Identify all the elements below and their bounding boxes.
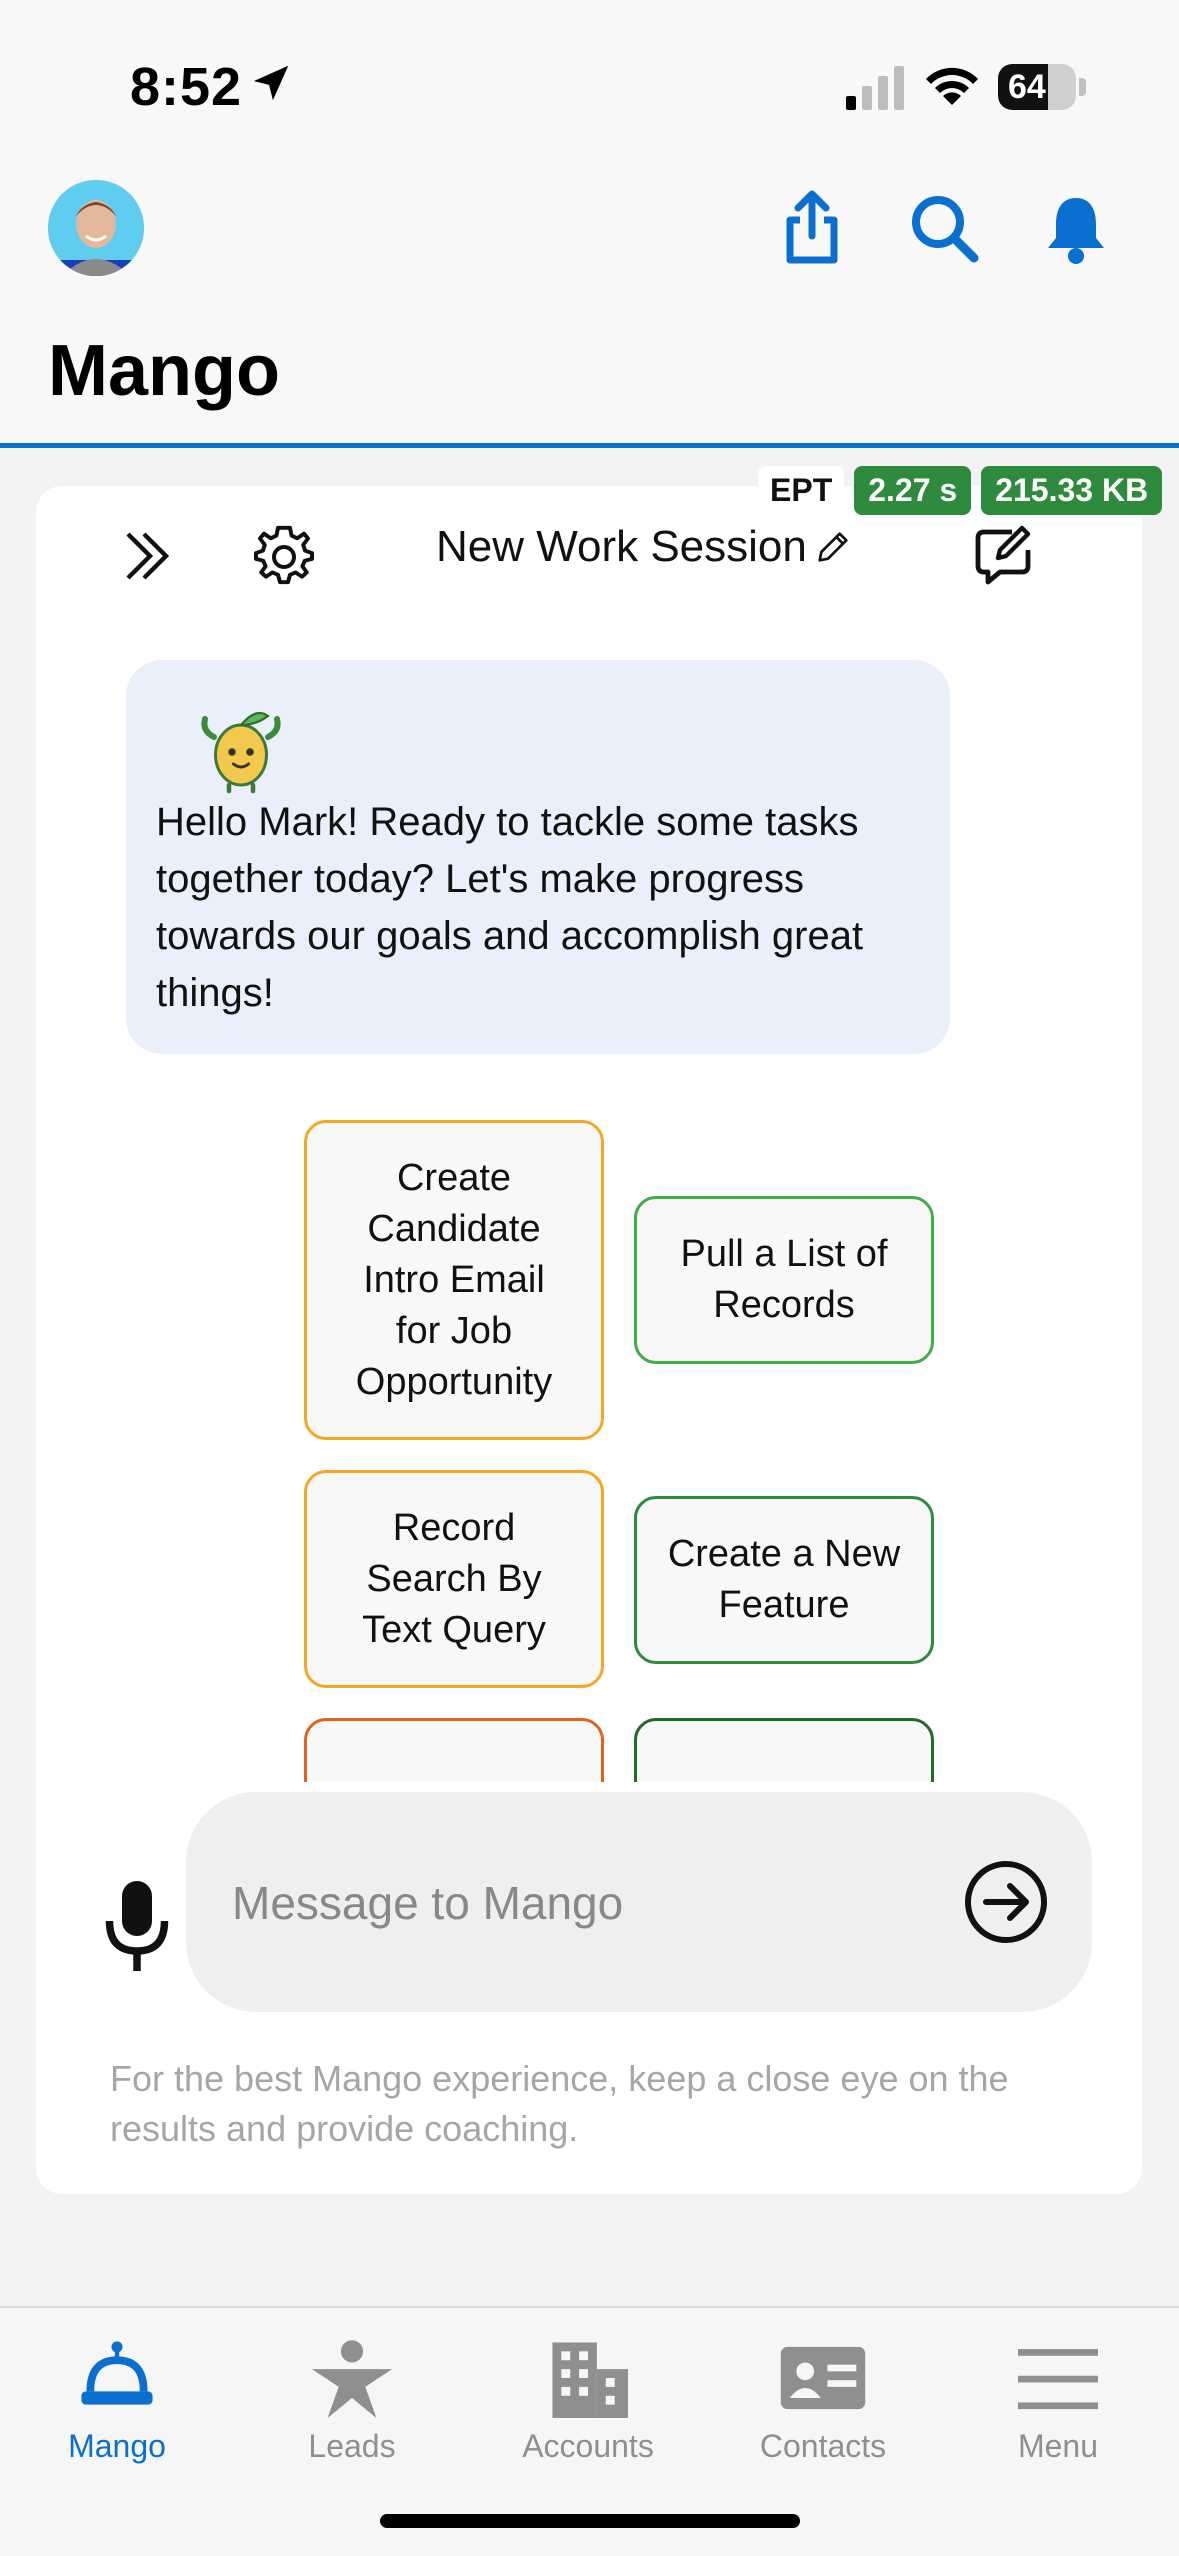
location-arrow-icon <box>253 65 289 101</box>
status-bar: 8:52 64 <box>0 0 1179 160</box>
prompt-card-label: Create Candidate Intro Email for Job Opp… <box>355 1156 553 1403</box>
battery-cap <box>1079 78 1086 96</box>
building-icon <box>552 2342 628 2418</box>
assistant-message-text: Hello Mark! Ready to tackle some tasks t… <box>156 800 864 1015</box>
home-indicator <box>380 2514 800 2528</box>
tab-label: Leads <box>308 2428 396 2464</box>
tab-menu[interactable]: Menu <box>958 2338 1158 2465</box>
tab-label: Menu <box>1017 2428 1099 2464</box>
status-time: 8:52 <box>130 57 243 117</box>
ept-time-badge: 2.27 s <box>854 465 972 515</box>
microphone-icon[interactable] <box>102 1876 172 1976</box>
bell-icon[interactable] <box>1036 188 1116 268</box>
disclaimer-text: For the best Mango experience, keep a cl… <box>110 2058 1009 2149</box>
page-title: Mango <box>48 331 280 411</box>
performance-metrics: EPT 2.27 s 215.33 KB <box>758 464 1163 516</box>
new-chat-icon[interactable] <box>972 524 1036 588</box>
tab-contacts[interactable]: Contacts <box>723 2338 923 2465</box>
contact-card-icon <box>780 2346 866 2410</box>
battery-indicator: 64 <box>998 64 1076 110</box>
prompt-card-candidate-email[interactable]: Create Candidate Intro Email for Job Opp… <box>304 1120 604 1440</box>
avatar-photo-icon <box>48 180 144 276</box>
gear-icon[interactable] <box>252 524 316 588</box>
double-chevron-right-icon[interactable] <box>116 524 180 588</box>
prompt-card-label: Pull a List of Records <box>680 1233 888 1326</box>
ept-label: EPT <box>758 465 845 515</box>
tab-label: Contacts <box>759 2428 887 2464</box>
signal-icon <box>846 66 904 110</box>
share-icon[interactable] <box>772 188 852 268</box>
prompt-card-record-search[interactable]: Record Search By Text Query <box>304 1470 604 1688</box>
tab-mango[interactable]: Mango <box>17 2338 217 2465</box>
tab-accounts[interactable]: Accounts <box>488 2338 688 2465</box>
ept-size-badge: 215.33 KB <box>981 465 1163 515</box>
search-icon[interactable] <box>904 188 984 268</box>
wifi-icon <box>926 67 978 105</box>
send-arrow-icon[interactable] <box>962 1858 1050 1946</box>
tab-label: Accounts <box>522 2428 654 2464</box>
prompt-card-pull-list[interactable]: Pull a List of Records <box>634 1196 934 1364</box>
mango-robot-icon <box>81 2341 153 2405</box>
prompt-card-label: Create a New Feature <box>667 1533 901 1626</box>
session-title-text: New Work Session <box>436 522 807 571</box>
chat-card: New Work Session Hello Mark! Ready to ta… <box>36 486 1142 2194</box>
message-input[interactable]: Message to Mango <box>186 1792 1092 2012</box>
prompt-card-new-feature[interactable]: Create a New Feature <box>634 1496 934 1664</box>
session-title[interactable]: New Work Session <box>436 522 853 572</box>
pencil-icon[interactable] <box>813 527 853 567</box>
tab-leads[interactable]: Leads <box>252 2338 452 2465</box>
battery-level: 64 <box>1008 68 1046 106</box>
mango-mascot-icon <box>201 711 281 794</box>
star-person-icon <box>312 2340 392 2418</box>
app-header: Mango <box>0 160 1179 448</box>
prompt-card-label: Record Search By Text Query <box>362 1506 546 1651</box>
hamburger-menu-icon <box>1018 2349 1098 2410</box>
tab-label: Mango <box>68 2428 166 2464</box>
assistant-message-bubble: Hello Mark! Ready to tackle some tasks t… <box>126 660 950 1054</box>
avatar[interactable] <box>48 180 144 276</box>
message-placeholder: Message to Mango <box>232 1877 624 1929</box>
